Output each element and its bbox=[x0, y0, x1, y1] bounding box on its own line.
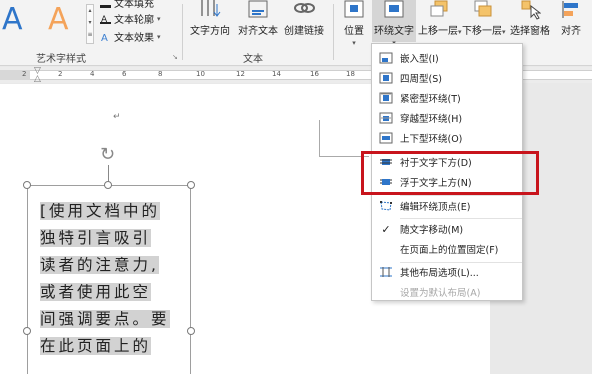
resize-handle-top[interactable] bbox=[104, 181, 112, 189]
menu-item-set-default-layout: 设置为默认布局(A) bbox=[400, 288, 481, 299]
bring-forward-button[interactable]: 上移一层▾ bbox=[418, 0, 462, 37]
menu-item-top-bottom[interactable]: 上下型环绕(O) bbox=[372, 128, 522, 148]
wordart-gallery-scroll[interactable]: ▴ ▾ ≡ bbox=[86, 4, 94, 44]
rotate-handle-icon[interactable]: ↻ bbox=[100, 146, 115, 164]
resize-handle-top-left[interactable] bbox=[23, 181, 31, 189]
text-outline-button[interactable]: A 文本轮廓 ▾ bbox=[100, 11, 161, 26]
bring-forward-icon bbox=[428, 0, 450, 20]
resize-handle-left[interactable] bbox=[23, 327, 31, 335]
ruler-number: 8 bbox=[158, 70, 163, 78]
text-line: 间强调要点。要 bbox=[40, 310, 170, 328]
highlight-annotation-box bbox=[361, 151, 539, 195]
wordart-style-orange[interactable]: A bbox=[48, 2, 69, 37]
ruler-number: 6 bbox=[122, 70, 127, 78]
align-icon bbox=[560, 0, 582, 20]
menu-item-tight[interactable]: 紧密型环绕(T) bbox=[372, 88, 522, 108]
layout-options-icon bbox=[372, 266, 400, 278]
menu-item-fix-position[interactable]: 在页面上的位置固定(F) bbox=[372, 239, 522, 259]
text-box-content[interactable]: [使用文档中的 独特引言吸引 读者的注意力, 或者使用此空 间强调要点。要 在此… bbox=[40, 198, 190, 360]
svg-text:A: A bbox=[101, 33, 108, 42]
selection-pane-icon bbox=[519, 0, 542, 20]
menu-item-more-layout-options[interactable]: 其他布局选项(L)... bbox=[372, 262, 522, 282]
edit-points-icon bbox=[372, 200, 400, 212]
dialog-launcher-icon[interactable]: ↘ bbox=[172, 53, 178, 61]
divider bbox=[182, 4, 183, 60]
ruler-number: 4 bbox=[90, 70, 95, 78]
tight-wrap-icon bbox=[372, 92, 400, 104]
send-backward-button[interactable]: 下移一层▾ bbox=[462, 0, 506, 37]
menu-item-edit-wrap-points[interactable]: 编辑环绕顶点(E) bbox=[372, 196, 522, 216]
text-line: 在此页面上的 bbox=[40, 337, 152, 355]
check-icon: ✓ bbox=[381, 222, 391, 236]
text-line: 读者的注意力, bbox=[40, 256, 159, 274]
send-backward-icon bbox=[472, 0, 494, 20]
square-wrap-icon bbox=[372, 72, 400, 84]
ruler-number: 14 bbox=[272, 70, 281, 78]
ruler-number: 16 bbox=[310, 70, 319, 78]
text-group-label: 文本 bbox=[243, 54, 263, 65]
link-icon bbox=[293, 0, 315, 20]
text-effect-icon: A bbox=[100, 32, 111, 44]
ruler-number: 2 bbox=[22, 70, 27, 78]
ruler-number: 18 bbox=[346, 70, 355, 78]
menu-item-inline[interactable]: 嵌入型(I) bbox=[372, 48, 522, 68]
text-outline-icon: A bbox=[100, 14, 111, 25]
text-fill-button[interactable]: 文本填充 bbox=[100, 0, 154, 10]
wordart-style-blue[interactable]: A bbox=[2, 2, 23, 37]
ruler-number: 12 bbox=[236, 70, 245, 78]
menu-item-through[interactable]: 穿越型环绕(H) bbox=[372, 108, 522, 128]
top-bottom-wrap-icon bbox=[372, 132, 400, 144]
align-text-button[interactable]: 对齐文本 bbox=[236, 0, 280, 37]
resize-handle-right[interactable] bbox=[187, 327, 195, 335]
wordart-group-label: 艺术字样式 bbox=[36, 54, 86, 65]
inline-wrap-icon bbox=[372, 52, 400, 64]
menu-item-move-with-text[interactable]: ✓ 随文字移动(M) bbox=[372, 219, 522, 239]
text-fill-icon bbox=[100, 4, 111, 8]
paragraph-mark: ↵ bbox=[113, 112, 121, 122]
divider bbox=[333, 4, 334, 60]
through-wrap-icon bbox=[372, 112, 400, 124]
text-line: 独特引言吸引 bbox=[40, 229, 152, 247]
wrap-text-button[interactable]: 环绕文字▾ bbox=[372, 0, 416, 47]
text-box[interactable]: [使用文档中的 独特引言吸引 读者的注意力, 或者使用此空 间强调要点。要 在此… bbox=[27, 185, 191, 374]
align-button[interactable]: 对齐 bbox=[556, 0, 586, 37]
position-icon bbox=[343, 0, 365, 20]
align-text-icon bbox=[247, 0, 269, 20]
menu-item-square[interactable]: 四周型(S) bbox=[372, 68, 522, 88]
text-effect-button[interactable]: A 文本效果 ▾ bbox=[100, 29, 161, 45]
position-button[interactable]: 位置 ▾ bbox=[338, 0, 370, 48]
selection-pane-button[interactable]: 选择窗格 bbox=[506, 0, 554, 37]
text-direction-button[interactable]: 文字方向 bbox=[186, 0, 234, 37]
connector-line bbox=[319, 120, 320, 156]
ruler-number: 2 bbox=[58, 70, 63, 78]
create-link-button[interactable]: 创建链接 bbox=[282, 0, 326, 37]
wrap-text-icon bbox=[383, 0, 405, 20]
text-line: [使用文档中的 bbox=[40, 202, 161, 220]
text-direction-icon bbox=[199, 0, 221, 20]
text-line: 或者使用此空 bbox=[40, 283, 152, 301]
indent-marker-icon[interactable]: ▽ △ bbox=[34, 67, 41, 84]
ruler-number: 10 bbox=[196, 70, 205, 78]
resize-handle-top-right[interactable] bbox=[187, 181, 195, 189]
